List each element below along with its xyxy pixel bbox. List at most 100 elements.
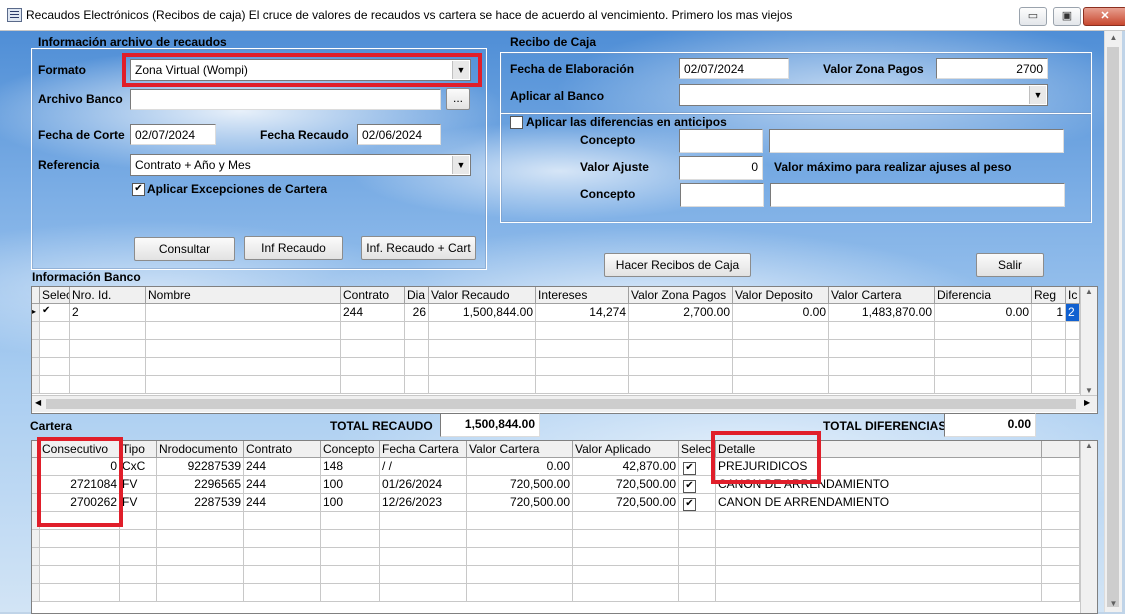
cartera-cell[interactable] xyxy=(157,566,244,584)
cartera-cell[interactable] xyxy=(120,584,157,602)
inf-recaudo-button[interactable]: Inf Recaudo xyxy=(244,236,343,260)
browse-button[interactable]: ... xyxy=(446,88,470,110)
banco-cell[interactable] xyxy=(40,358,70,376)
concepto2-desc-field[interactable] xyxy=(770,183,1065,207)
banco-cell[interactable]: 0.00 xyxy=(733,304,829,322)
banco-cell[interactable] xyxy=(629,340,733,358)
valor-zona-field[interactable]: 2700 xyxy=(936,58,1048,79)
cartera-cell[interactable] xyxy=(321,548,380,566)
banco-cell[interactable] xyxy=(536,358,629,376)
cartera-cell[interactable]: / / xyxy=(380,458,467,476)
cartera-col-header[interactable]: Valor Aplicado xyxy=(573,441,679,458)
cartera-cell[interactable] xyxy=(467,566,573,584)
banco-grid[interactable]: Selec Nro. Id. Nombre Contrato Dia Valor Reca… xyxy=(31,286,1098,414)
salir-button[interactable]: Salir xyxy=(976,253,1044,277)
close-button[interactable]: ✕ xyxy=(1083,7,1125,26)
banco-cell[interactable] xyxy=(1032,340,1066,358)
banco-cell[interactable] xyxy=(733,376,829,394)
banco-col-header[interactable]: Dia xyxy=(405,287,429,304)
cartera-cell[interactable]: 92287539 xyxy=(157,458,244,476)
banco-cell[interactable] xyxy=(1066,358,1080,376)
banco-selec-checkbox[interactable]: ✔ xyxy=(40,304,70,322)
cartera-cell[interactable] xyxy=(157,530,244,548)
banco-cell[interactable] xyxy=(536,340,629,358)
concepto-desc-field[interactable] xyxy=(769,129,1064,153)
banco-cell[interactable]: 1 xyxy=(1032,304,1066,322)
banco-cell[interactable] xyxy=(733,340,829,358)
scroll-down-arrow-icon[interactable]: ▼ xyxy=(1105,597,1122,611)
banco-cell[interactable] xyxy=(935,376,1032,394)
banco-col-header[interactable]: Intereses xyxy=(536,287,629,304)
hscroll-thumb[interactable] xyxy=(46,399,1076,409)
inf-recaudo-cart-button[interactable]: Inf. Recaudo + Cart xyxy=(361,236,476,260)
banco-cell[interactable]: 244 xyxy=(341,304,405,322)
banco-cell[interactable]: 2,700.00 xyxy=(629,304,733,322)
cartera-cell[interactable] xyxy=(679,548,716,566)
banco-col-header[interactable]: Ic xyxy=(1066,287,1080,304)
banco-col-header[interactable]: Selec xyxy=(40,287,70,304)
checkbox[interactable]: ✔ xyxy=(683,480,696,493)
banco-cell[interactable] xyxy=(341,322,405,340)
banco-cell[interactable] xyxy=(146,358,341,376)
cartera-cell[interactable] xyxy=(679,584,716,602)
banco-cell[interactable] xyxy=(405,376,429,394)
cartera-cell[interactable] xyxy=(1042,458,1080,476)
cartera-col-header[interactable]: Nrodocumento xyxy=(157,441,244,458)
banco-col-header[interactable]: Valor Cartera xyxy=(829,287,935,304)
banco-cell[interactable] xyxy=(935,322,1032,340)
cartera-cell[interactable] xyxy=(157,584,244,602)
minimize-button[interactable]: ▭ xyxy=(1019,7,1047,26)
cartera-cell[interactable] xyxy=(380,548,467,566)
banco-cell[interactable] xyxy=(829,340,935,358)
cartera-cell[interactable]: 244 xyxy=(244,494,321,512)
cartera-cell[interactable] xyxy=(40,530,120,548)
chevron-down-icon[interactable]: ▼ xyxy=(452,156,469,174)
cartera-cell[interactable]: 42,870.00 xyxy=(573,458,679,476)
cartera-cell[interactable]: 720,500.00 xyxy=(573,476,679,494)
cartera-cell[interactable] xyxy=(244,512,321,530)
concepto2-code-field[interactable] xyxy=(680,183,764,207)
banco-cell[interactable]: 26 xyxy=(405,304,429,322)
banco-cell[interactable]: 0.00 xyxy=(935,304,1032,322)
checkbox[interactable]: ✔ xyxy=(683,462,696,475)
cartera-cell[interactable] xyxy=(244,530,321,548)
banco-cell[interactable] xyxy=(146,322,341,340)
fecha-corte-field[interactable]: 02/07/2024 xyxy=(130,124,216,145)
cartera-cell[interactable] xyxy=(120,512,157,530)
cartera-cell[interactable]: 244 xyxy=(244,458,321,476)
cartera-cell[interactable] xyxy=(120,548,157,566)
banco-cell[interactable] xyxy=(1032,322,1066,340)
cartera-cell[interactable] xyxy=(467,512,573,530)
cartera-cell[interactable]: 100 xyxy=(321,476,380,494)
cartera-cell[interactable] xyxy=(1042,476,1080,494)
cartera-selec-checkbox[interactable]: ✔ xyxy=(679,494,716,512)
scroll-right-arrow-icon[interactable]: ▶ xyxy=(1084,398,1090,407)
archivo-banco-field[interactable] xyxy=(130,89,441,110)
banco-cell[interactable] xyxy=(405,358,429,376)
banco-col-header[interactable]: Diferencia xyxy=(935,287,1032,304)
cartera-col-header[interactable]: Fecha Cartera xyxy=(380,441,467,458)
scroll-thumb[interactable] xyxy=(1107,47,1119,607)
cartera-cell[interactable] xyxy=(321,512,380,530)
cartera-cell[interactable] xyxy=(1042,584,1080,602)
cartera-cell[interactable] xyxy=(467,584,573,602)
banco-cell[interactable] xyxy=(829,322,935,340)
cartera-cell[interactable] xyxy=(321,584,380,602)
cartera-cell[interactable] xyxy=(244,584,321,602)
banco-cell[interactable]: 2 xyxy=(1066,304,1080,322)
scroll-up-arrow-icon[interactable]: ▲ xyxy=(1105,31,1122,45)
banco-cell[interactable] xyxy=(146,376,341,394)
banco-cell[interactable] xyxy=(70,322,146,340)
banco-cell[interactable] xyxy=(429,322,536,340)
cartera-cell[interactable] xyxy=(1042,494,1080,512)
banco-cell[interactable] xyxy=(429,376,536,394)
cartera-cell[interactable]: 720,500.00 xyxy=(467,476,573,494)
banco-cell[interactable] xyxy=(829,376,935,394)
banco-cell[interactable] xyxy=(429,358,536,376)
banco-cell[interactable] xyxy=(536,376,629,394)
cartera-cell[interactable] xyxy=(467,548,573,566)
cartera-cell[interactable]: 244 xyxy=(244,476,321,494)
cartera-cell[interactable]: 01/26/2024 xyxy=(380,476,467,494)
banco-vscroll[interactable]: ▲ ▼ xyxy=(1080,287,1097,395)
banco-cell[interactable] xyxy=(629,322,733,340)
